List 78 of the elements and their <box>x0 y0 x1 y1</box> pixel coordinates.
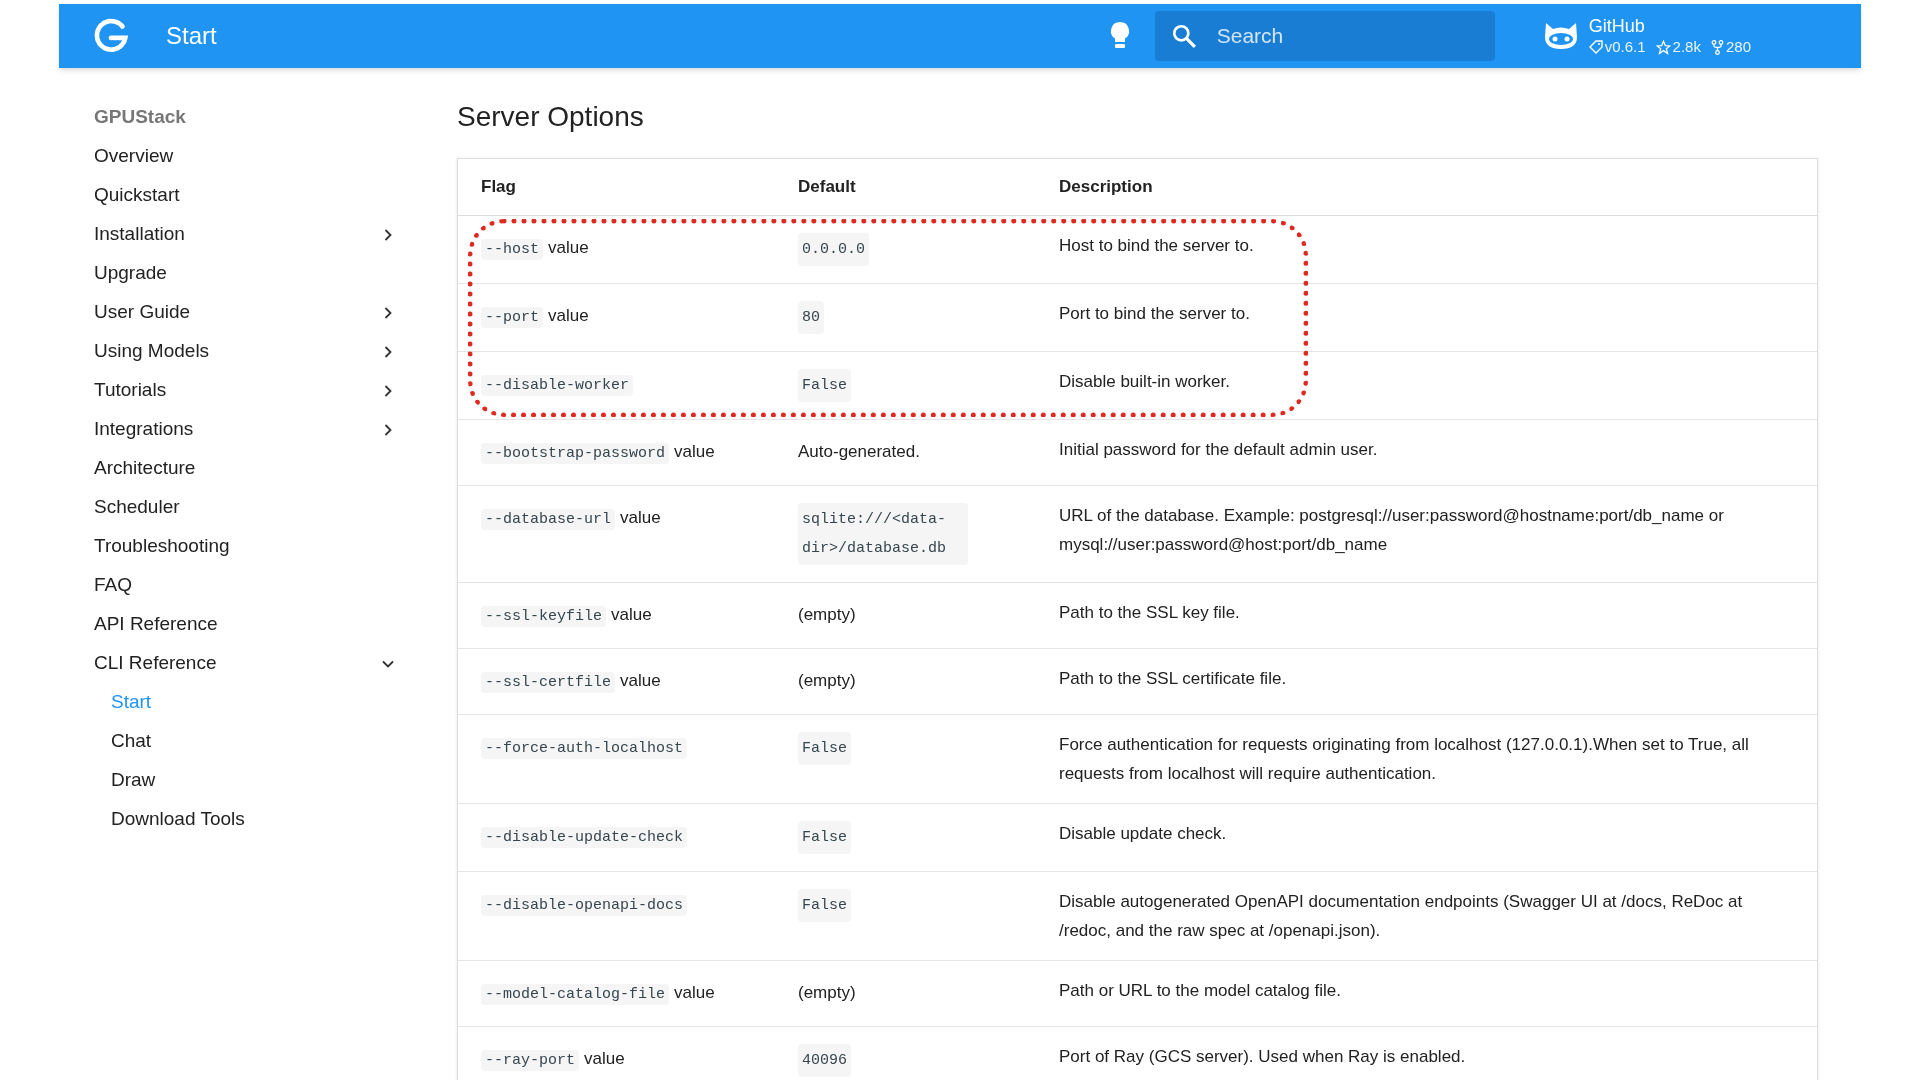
flag-argument: value <box>674 442 715 461</box>
star-icon <box>1655 39 1671 55</box>
nav-link[interactable]: Installation <box>94 220 185 249</box>
option-description: Initial password for the default admin user. <box>1059 440 1378 459</box>
nav-link[interactable]: Troubleshooting <box>94 532 230 561</box>
option-description: Force authentication for requests originating from localhost (127.0.0.1).When set to True, all requests from localhost will require authentication. <box>1059 735 1749 783</box>
flag-code: --port <box>481 307 543 328</box>
default-value: 80 <box>798 301 824 334</box>
nav-link[interactable]: Overview <box>94 142 174 171</box>
flag-code: --disable-worker <box>481 375 634 396</box>
default-value: (empty) <box>798 605 856 624</box>
option-description: Path or URL to the model catalog file. <box>1059 981 1341 1000</box>
nav-link[interactable]: Using Models <box>94 337 210 366</box>
search-field[interactable]: Search <box>1154 11 1495 61</box>
flag-code: --host <box>481 239 543 260</box>
flag-argument: value <box>548 306 589 325</box>
default-value: Auto-generated. <box>798 442 920 461</box>
default-value: False <box>798 369 851 402</box>
nav-link[interactable]: Quickstart <box>94 181 180 210</box>
search-icon <box>1170 23 1197 49</box>
default-value: (empty) <box>798 983 856 1002</box>
default-value: False <box>798 889 851 922</box>
flag-argument: value <box>620 508 661 527</box>
page-title: Start <box>166 21 217 51</box>
lightbulb-icon[interactable] <box>1108 21 1131 51</box>
flag-code: --ssl-keyfile <box>481 606 607 627</box>
default-value: 0.0.0.0 <box>798 233 869 266</box>
column-header: Default <box>798 176 856 199</box>
column-header: Flag <box>481 176 516 199</box>
flag-code: --bootstrap-password <box>481 443 670 464</box>
default-value: False <box>798 821 851 854</box>
nav-link[interactable]: Architecture <box>94 454 196 483</box>
flag-argument: value <box>620 671 661 690</box>
flag-code: --ray-port <box>481 1050 579 1071</box>
default-value: 40096 <box>798 1044 851 1077</box>
nav-link[interactable]: Draw <box>111 766 156 795</box>
nav-link[interactable]: Upgrade <box>94 259 167 288</box>
column-header: Description <box>1059 176 1153 199</box>
forks-count: 280 <box>1725 37 1751 57</box>
option-description: Port of Ray (GCS server). Used when Ray is enabled. <box>1059 1047 1466 1066</box>
version-label: v0.6.1 <box>1604 37 1646 57</box>
option-description: Disable autogenerated OpenAPI documentation endpoints (Swagger UI at /docs, ReDoc at /redoc, and the raw spec at /openapi.json). <box>1059 892 1743 940</box>
option-description: Path to the SSL key file. <box>1059 603 1240 622</box>
nav-link[interactable]: CLI Reference <box>94 649 217 678</box>
option-description: Disable built-in worker. <box>1059 372 1230 391</box>
nav-link[interactable]: Scheduler <box>94 493 180 522</box>
flag-code: --force-auth-localhost <box>481 738 688 759</box>
flag-code: --model-catalog-file <box>481 984 670 1005</box>
default-value: sqlite:///<data-dir>/database.db <box>798 503 968 565</box>
nav-link[interactable]: Chat <box>111 727 152 756</box>
logo-icon[interactable] <box>92 17 130 55</box>
nav-link[interactable]: API Reference <box>94 610 218 639</box>
flag-code: --ssl-certfile <box>481 672 616 693</box>
option-description: Host to bind the server to. <box>1059 236 1254 255</box>
flag-argument: value <box>584 1049 625 1068</box>
nav-link[interactable]: Download Tools <box>111 805 245 834</box>
sidebar-title: GPUStack <box>94 105 187 130</box>
cat-face-icon[interactable] <box>1542 21 1579 51</box>
nav-link[interactable]: User Guide <box>94 298 191 327</box>
flag-argument: value <box>611 605 652 624</box>
tag-icon <box>1588 40 1603 55</box>
option-description: Port to bind the server to. <box>1059 304 1250 323</box>
nav-link[interactable]: Integrations <box>94 415 194 444</box>
flag-code: --disable-openapi-docs <box>481 895 688 916</box>
section-heading: Server Options <box>457 100 645 134</box>
flag-code: --database-url <box>481 509 616 530</box>
nav-link[interactable]: FAQ <box>94 571 132 600</box>
option-description: URL of the database. Example: postgresql://user:password@hostname:port/db_name or mysql://user:password@host:port/db_name <box>1059 506 1724 554</box>
flag-code: --disable-update-check <box>481 827 688 848</box>
default-value: False <box>798 732 851 765</box>
flag-argument: value <box>548 238 589 257</box>
option-description: Path to the SSL certificate file. <box>1059 669 1287 688</box>
option-description: Disable update check. <box>1059 824 1227 843</box>
fork-icon <box>1710 39 1724 55</box>
default-value: (empty) <box>798 671 856 690</box>
nav-link[interactable]: Tutorials <box>94 376 167 405</box>
flag-argument: value <box>674 983 715 1002</box>
stars-count: 2.8k <box>1672 37 1701 57</box>
